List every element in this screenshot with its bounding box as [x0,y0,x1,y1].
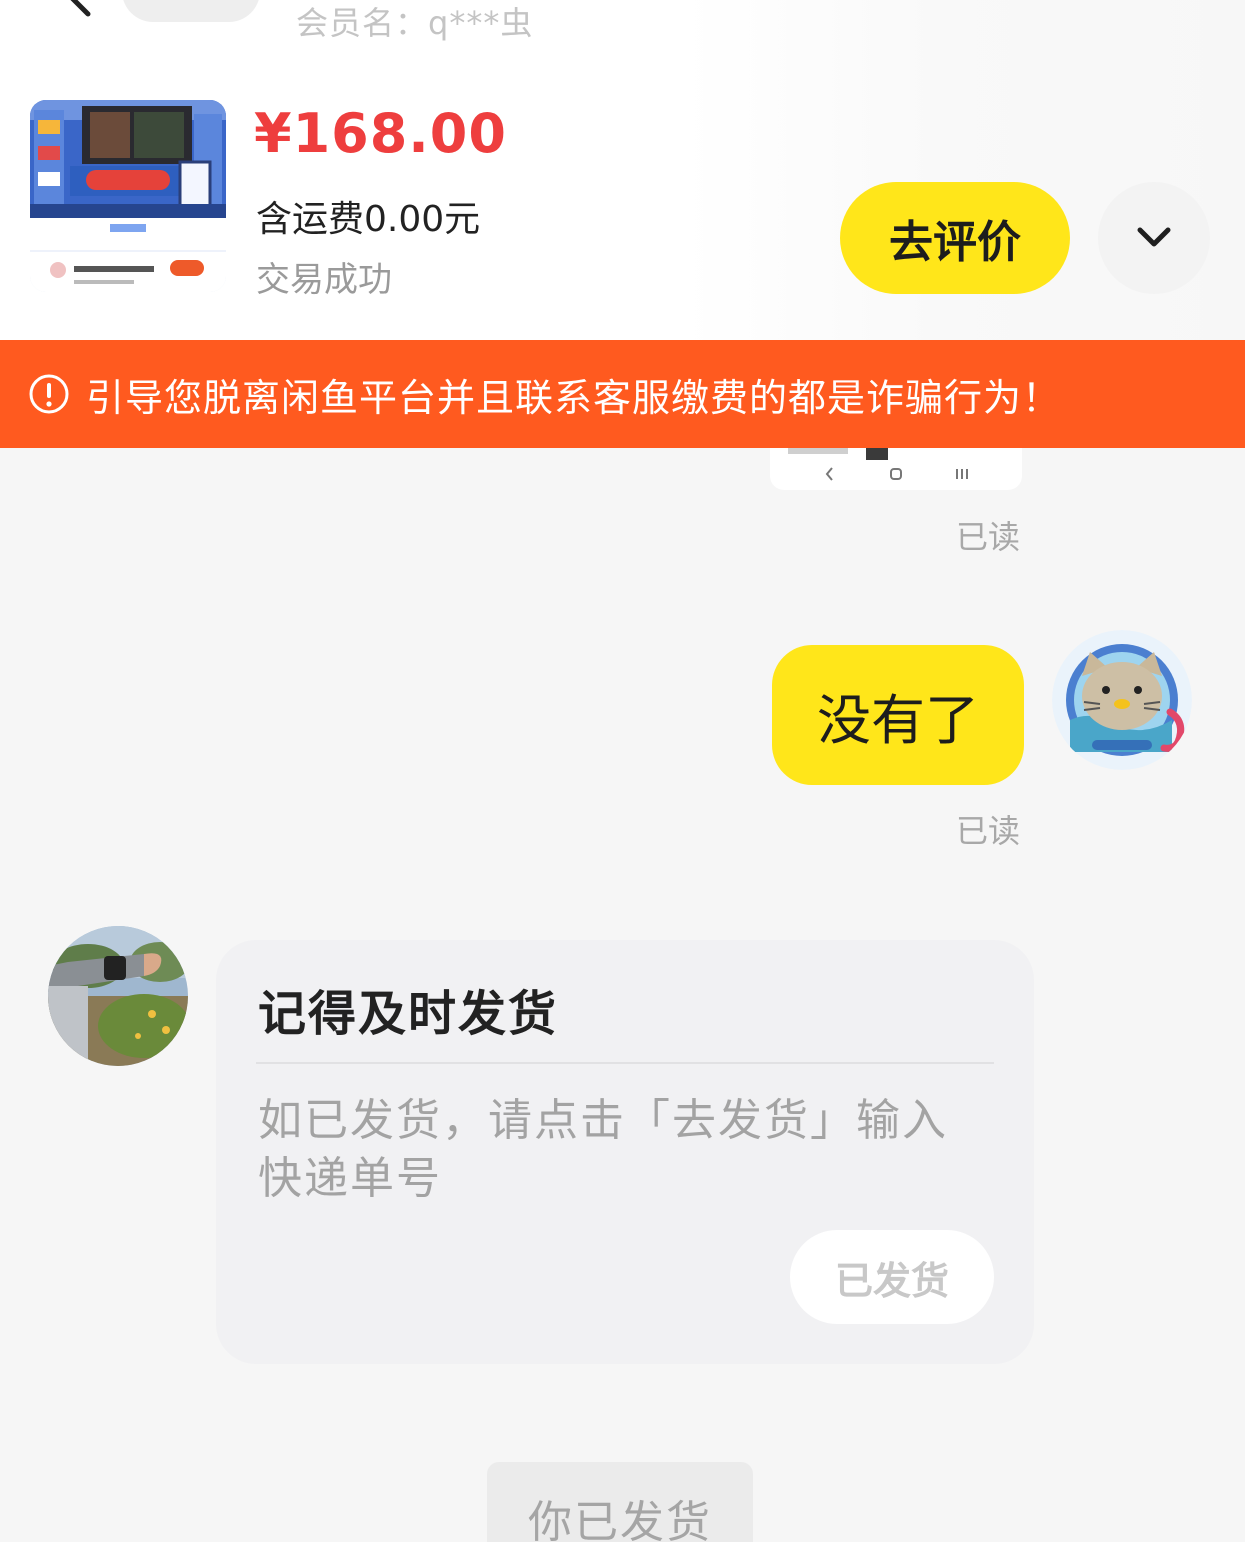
my-message-bubble[interactable]: 没有了 [772,645,1024,785]
expand-button[interactable] [1098,182,1210,294]
review-button[interactable]: 去评价 [840,182,1070,294]
read-receipt: 已读 [956,518,1021,556]
nickname-pill [122,0,260,22]
card-description: 如已发货，请点击「去发货」输入快递单号 [258,1095,948,1204]
chat-page: 会员名：q***虫 ¥168.00 含运费0.00元 交易成功 去评价 引导您脱… [0,0,1245,1542]
shipped-button[interactable]: 已发货 [790,1230,994,1324]
buyer-avatar[interactable] [48,926,188,1066]
warning-text: 引导您脱离闲鱼平台并且联系客服缴费的都是诈骗行为！ [86,375,1062,420]
my-avatar[interactable] [1052,630,1192,770]
product-price: ¥168.00 [254,102,507,165]
card-title: 记得及时发货 [258,986,559,1042]
shipping-fee: 含运费0.00元 [256,199,481,240]
member-name: 会员名：q***虫 [296,4,534,42]
trade-status: 交易成功 [256,260,392,300]
shipping-reminder-card: 记得及时发货 如已发货，请点击「去发货」输入快递单号 已发货 [216,940,1034,1364]
system-message: 你已发货 [487,1462,753,1542]
warning-circle-icon [29,374,69,414]
card-divider [256,1062,994,1064]
chevron-down-icon [1137,227,1171,247]
fraud-warning-banner: 引导您脱离闲鱼平台并且联系客服缴费的都是诈骗行为！ [0,340,1245,448]
back-arrow-icon[interactable] [62,0,102,18]
product-thumbnail[interactable] [30,100,226,292]
order-header: 会员名：q***虫 ¥168.00 含运费0.00元 交易成功 去评价 [0,0,1245,340]
image-message-partial[interactable] [770,448,1022,490]
read-receipt: 已读 [956,812,1021,850]
